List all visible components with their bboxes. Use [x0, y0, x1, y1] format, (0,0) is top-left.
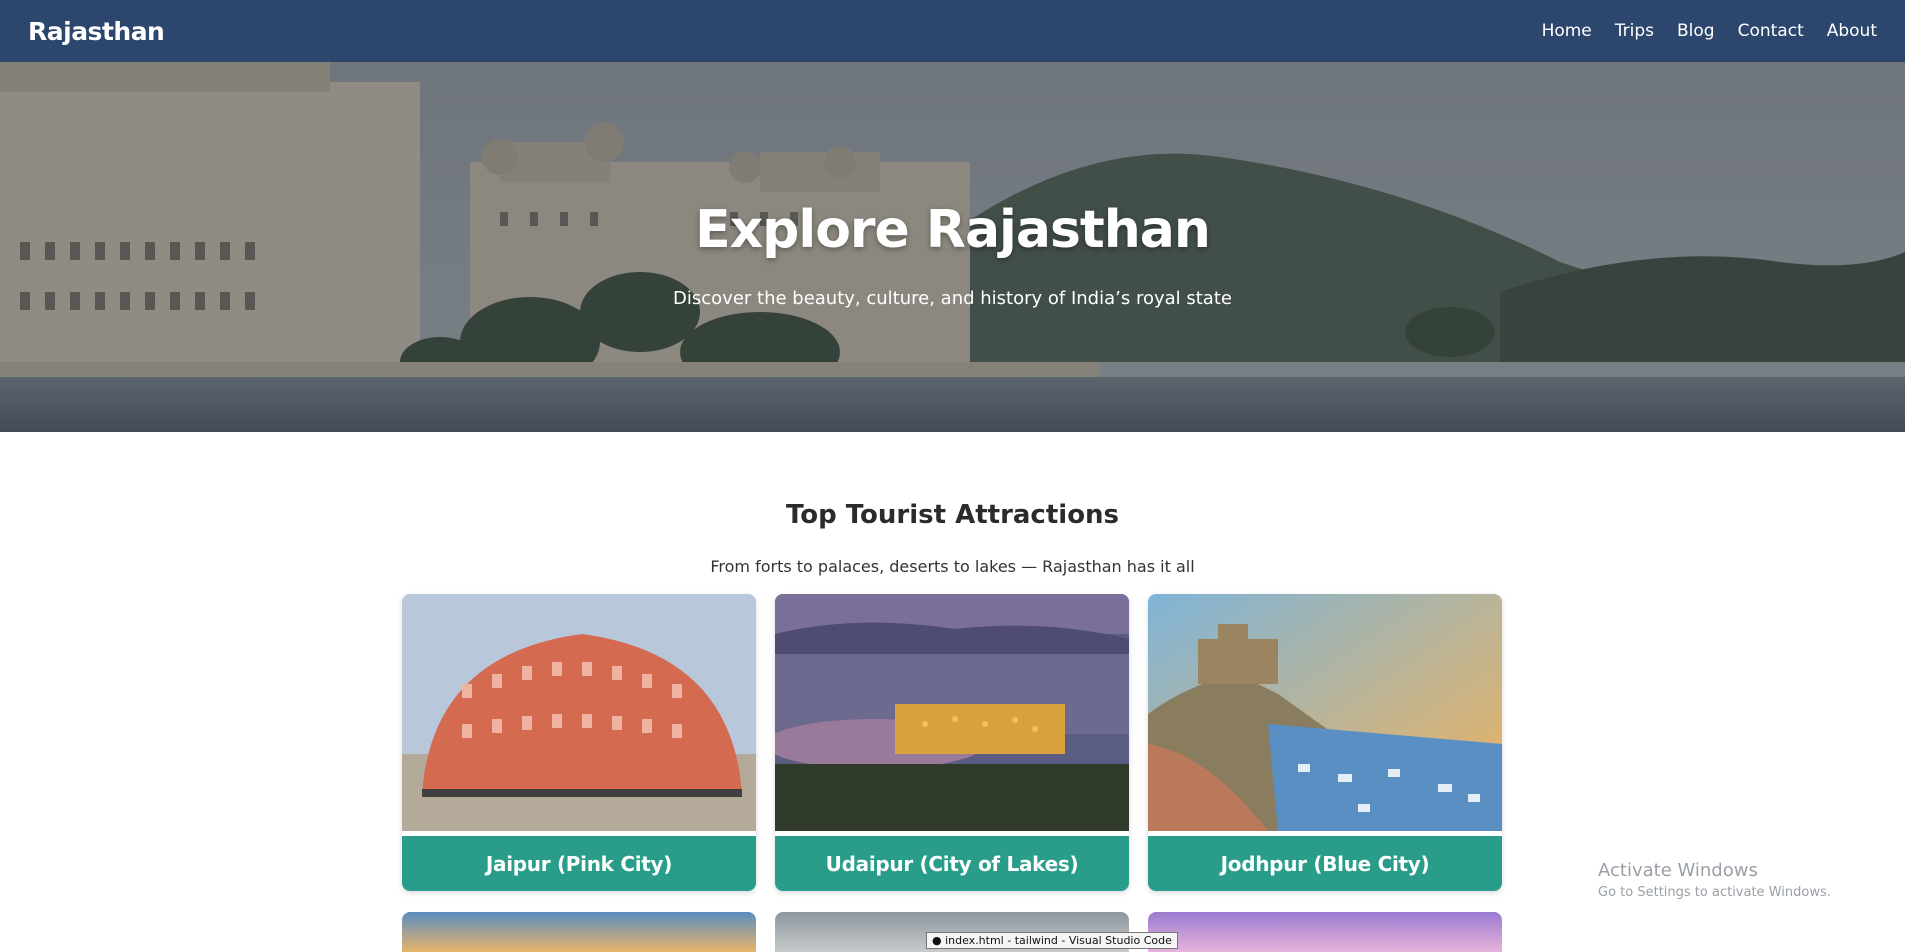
hero-title: Explore Rajasthan: [695, 200, 1211, 260]
nav-trips[interactable]: Trips: [1615, 21, 1654, 41]
card-label: Jodhpur (Blue City): [1148, 836, 1502, 891]
nav-home[interactable]: Home: [1542, 21, 1592, 41]
jodhpur-image: [1148, 594, 1502, 831]
nav-contact[interactable]: Contact: [1738, 21, 1804, 41]
attraction-card-jaipur[interactable]: Jaipur (Pink City): [402, 594, 756, 891]
nav-about[interactable]: About: [1827, 21, 1877, 41]
hero-section: Explore Rajasthan Discover the beauty, c…: [0, 62, 1905, 432]
attractions-subtitle: From forts to palaces, deserts to lakes …: [710, 557, 1195, 576]
attraction-card-row2-3[interactable]: [1148, 912, 1502, 952]
taskbar-tooltip: ● index.html - tailwind - Visual Studio …: [926, 932, 1178, 949]
attractions-title: Top Tourist Attractions: [785, 500, 1120, 530]
jaipur-image: [402, 594, 756, 831]
brand-logo[interactable]: Rajasthan: [28, 17, 165, 46]
attraction-card-jodhpur[interactable]: Jodhpur (Blue City): [1148, 594, 1502, 891]
nav-links: Home Trips Blog Contact About: [1542, 21, 1877, 41]
attraction-card-row2-1[interactable]: [402, 912, 756, 952]
windows-activation-watermark: Activate Windows Go to Settings to activ…: [1598, 860, 1831, 900]
attraction-card-udaipur[interactable]: Udaipur (City of Lakes): [775, 594, 1129, 891]
navbar: Rajasthan Home Trips Blog Contact About: [0, 0, 1905, 62]
nav-blog[interactable]: Blog: [1677, 21, 1715, 41]
udaipur-image: [775, 594, 1129, 831]
watermark-title: Activate Windows: [1598, 860, 1758, 881]
card-label: Udaipur (City of Lakes): [775, 836, 1129, 891]
card-label: Jaipur (Pink City): [402, 836, 756, 891]
watermark-subtitle: Go to Settings to activate Windows.: [1598, 885, 1831, 900]
hero-subtitle: Discover the beauty, culture, and histor…: [673, 288, 1232, 309]
